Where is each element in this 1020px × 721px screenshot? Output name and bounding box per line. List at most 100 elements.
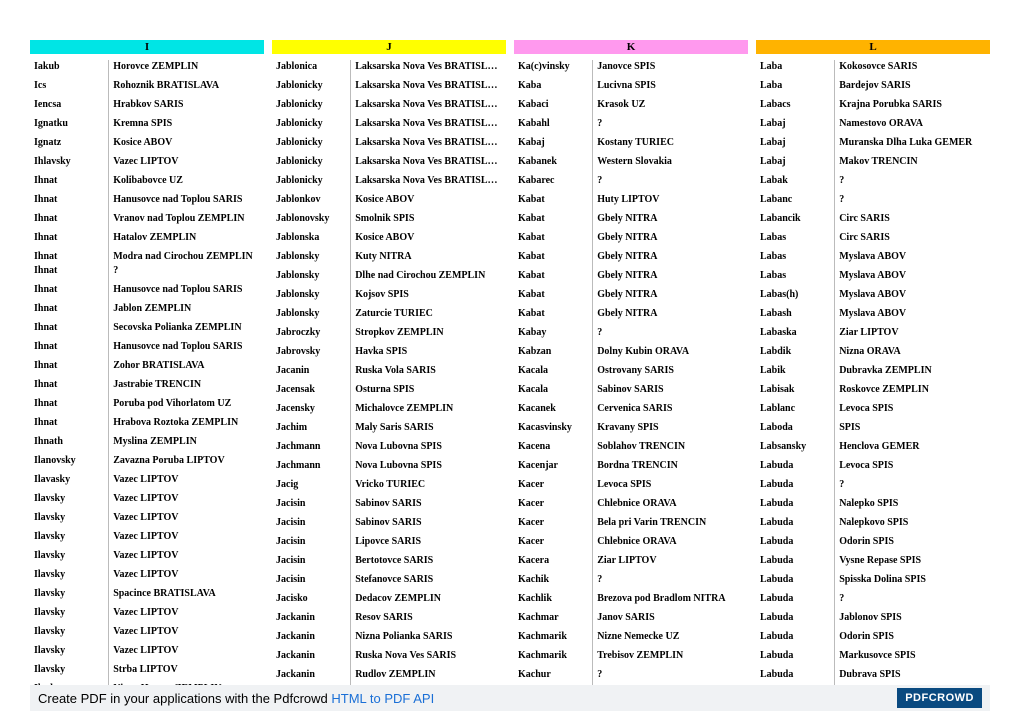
place-cell: Zaturcie TURIEC: [351, 307, 506, 326]
table-row: JablonickyLaksarska Nova Ves BRATISLAVA: [272, 117, 506, 136]
table-row: IlavskyVazec LIPTOV: [30, 625, 264, 644]
table-row: LabancikCirc SARIS: [756, 212, 990, 231]
place-cell: Nizna Polianka SARIS: [351, 630, 506, 649]
surname-cell: Labancik: [756, 212, 835, 231]
place-cell: Dlhe nad Cirochou ZEMPLIN: [351, 269, 506, 288]
place-cell: Gbely NITRA: [593, 212, 748, 231]
place-cell: Circ SARIS: [835, 231, 990, 250]
surname-cell: Jachmann: [272, 459, 351, 478]
surname-cell: Jacisin: [272, 554, 351, 573]
column-header-I: I: [30, 40, 264, 54]
table-row: LabajMakov TRENCIN: [756, 155, 990, 174]
table-row: JablonskyZaturcie TURIEC: [272, 307, 506, 326]
table-J: JablonicaLaksarska Nova Ves BRATISLAVAJa…: [272, 60, 506, 706]
surname-cell: Jacisko: [272, 592, 351, 611]
table-row: IhnatZohor BRATISLAVA: [30, 359, 264, 378]
table-row: KachlikBrezova pod Bradlom NITRA: [514, 592, 748, 611]
table-row: IakubHorovce ZEMPLIN: [30, 60, 264, 79]
table-row: JabrovskyHavka SPIS: [272, 345, 506, 364]
column-header-J: J: [272, 40, 506, 54]
surname-cell: Kacasvinsky: [514, 421, 593, 440]
place-cell: Vazec LIPTOV: [109, 155, 264, 174]
table-row: LablancLevoca SPIS: [756, 402, 990, 421]
place-cell: Michalovce ZEMPLIN: [351, 402, 506, 421]
footer-bar: Create PDF in your applications with the…: [30, 685, 990, 711]
surname-cell: Kabarec: [514, 174, 593, 193]
column-J: J JablonicaLaksarska Nova Ves BRATISLAVAJ…: [272, 40, 506, 706]
surname-cell: Labuda: [756, 478, 835, 497]
surname-cell: Kacer: [514, 516, 593, 535]
place-cell: Hatalov ZEMPLIN: [109, 231, 264, 250]
place-cell: Poruba pod Vihorlatom UZ: [109, 397, 264, 416]
surname-cell: Ilavsky: [30, 587, 109, 606]
pdfcrowd-badge[interactable]: PDFCROWD: [897, 688, 982, 708]
place-cell: Myslina ZEMPLIN: [109, 435, 264, 454]
table-row: LabisakRoskovce ZEMPLIN: [756, 383, 990, 402]
surname-cell: Ilavsky: [30, 663, 109, 682]
place-cell: Vazec LIPTOV: [109, 644, 264, 663]
surname-cell: Laba: [756, 60, 835, 79]
table-row: LabudaJablonov SPIS: [756, 611, 990, 630]
place-cell: Ruska Vola SARIS: [351, 364, 506, 383]
place-cell: ?: [593, 174, 748, 193]
table-row: IlavaskyVazec LIPTOV: [30, 473, 264, 492]
surname-cell: Kabaci: [514, 98, 593, 117]
place-cell: Lucivna SPIS: [593, 79, 748, 98]
table-row: JachmannNova Lubovna SPIS: [272, 459, 506, 478]
table-row: LabajMuranska Dlha Luka GEMER: [756, 136, 990, 155]
place-cell: Vazec LIPTOV: [109, 473, 264, 492]
surname-cell: Ilavsky: [30, 644, 109, 663]
place-cell: Smolnik SPIS: [351, 212, 506, 231]
place-cell: ?: [835, 193, 990, 212]
place-cell: Kremna SPIS: [109, 117, 264, 136]
place-cell: ?: [835, 592, 990, 611]
place-cell: Soblahov TRENCIN: [593, 440, 748, 459]
table-row: KachmarikNizne Nemecke UZ: [514, 630, 748, 649]
surname-cell: Jablonicky: [272, 155, 351, 174]
table-row: LabasMyslava ABOV: [756, 250, 990, 269]
table-row: KacasvinskyKravany SPIS: [514, 421, 748, 440]
place-cell: Laksarska Nova Ves BRATISLAVA: [351, 174, 506, 193]
place-cell: Muranska Dlha Luka GEMER: [835, 136, 990, 155]
surname-cell: Kachlik: [514, 592, 593, 611]
place-cell: Sabinov SARIS: [351, 516, 506, 535]
place-cell: Markusovce SPIS: [835, 649, 990, 668]
surname-cell: Kacenjar: [514, 459, 593, 478]
place-cell: Laksarska Nova Ves BRATISLAVA: [351, 60, 506, 79]
place-cell: Osturna SPIS: [351, 383, 506, 402]
table-row: IhnatVranov nad Toplou ZEMPLIN: [30, 212, 264, 231]
table-row: LabudaOdorin SPIS: [756, 630, 990, 649]
table-row: JablonskyKuty NITRA: [272, 250, 506, 269]
table-row: IhnatHanusovce nad Toplou SARIS: [30, 193, 264, 212]
place-cell: Kolibabovce UZ: [109, 174, 264, 193]
surname-cell: Jabrovsky: [272, 345, 351, 364]
surname-cell: Ignatku: [30, 117, 109, 136]
place-cell: Krasok UZ: [593, 98, 748, 117]
table-row: LabasCirc SARIS: [756, 231, 990, 250]
place-cell: Kosice ABOV: [351, 231, 506, 250]
surname-cell: Ihnat: [30, 250, 109, 264]
place-cell: Jablon ZEMPLIN: [109, 302, 264, 321]
place-cell: Ruska Nova Ves SARIS: [351, 649, 506, 668]
table-row: JablonskaKosice ABOV: [272, 231, 506, 250]
table-row: JachmannNova Lubovna SPIS: [272, 440, 506, 459]
surname-cell: Jacisin: [272, 516, 351, 535]
table-row: IencsaHrabkov SARIS: [30, 98, 264, 117]
place-cell: Ziar LIPTOV: [835, 326, 990, 345]
place-cell: Janov SARIS: [593, 611, 748, 630]
table-row: KabanekWestern Slovakia: [514, 155, 748, 174]
surname-cell: Labash: [756, 307, 835, 326]
surname-cell: Kachmar: [514, 611, 593, 630]
surname-cell: Labuda: [756, 535, 835, 554]
place-cell: Hanusovce nad Toplou SARIS: [109, 193, 264, 212]
table-row: IhnatSecovska Polianka ZEMPLIN: [30, 321, 264, 340]
footer-link[interactable]: HTML to PDF API: [331, 691, 434, 706]
place-cell: Laksarska Nova Ves BRATISLAVA: [351, 98, 506, 117]
table-row: JabroczkyStropkov ZEMPLIN: [272, 326, 506, 345]
table-row: JacenskyMichalovce ZEMPLIN: [272, 402, 506, 421]
table-row: Kabahl?: [514, 117, 748, 136]
place-cell: Chlebnice ORAVA: [593, 535, 748, 554]
surname-cell: Iencsa: [30, 98, 109, 117]
table-row: KacerBela pri Varin TRENCIN: [514, 516, 748, 535]
place-cell: Western Slovakia: [593, 155, 748, 174]
